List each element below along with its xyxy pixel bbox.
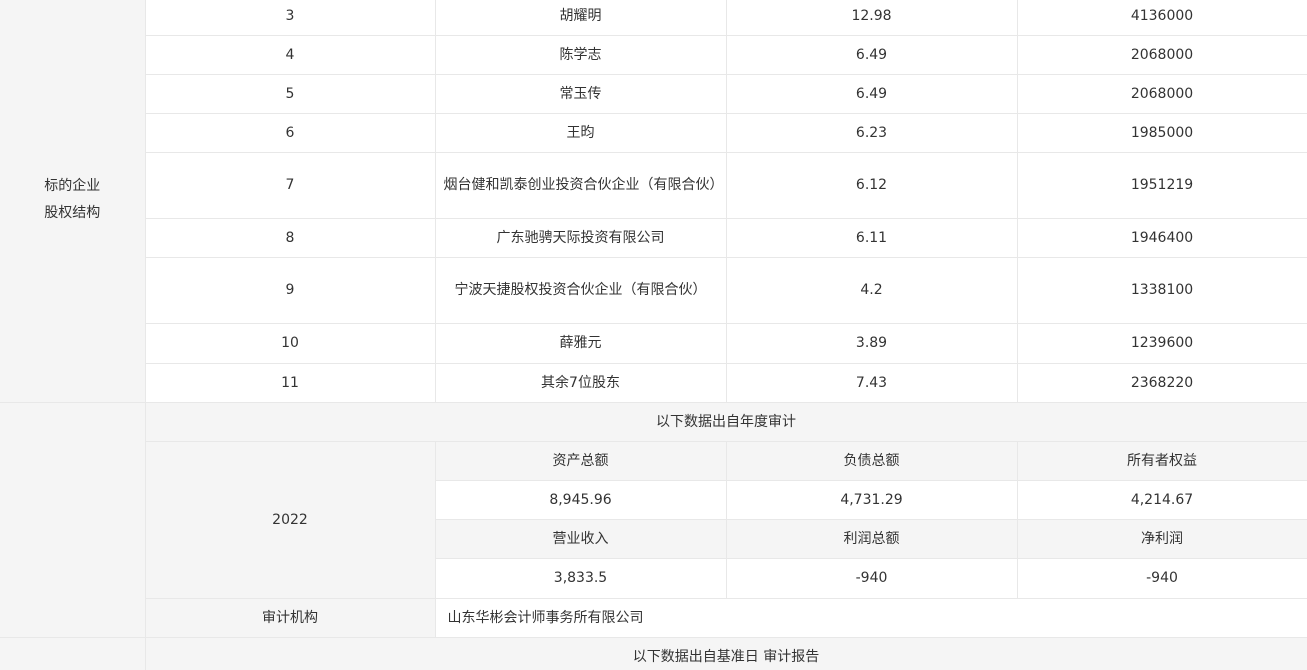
row-index: 4 xyxy=(144,35,436,75)
row-index: 9 xyxy=(144,257,436,324)
equity-structure-label: 标的企业 股权结构 xyxy=(0,0,146,403)
net-profit-header: 净利润 xyxy=(1016,519,1307,559)
row-index: 11 xyxy=(144,363,436,403)
owners-equity-value: 4,214.67 xyxy=(1016,480,1307,520)
share-ratio: 3.89 xyxy=(725,323,1018,364)
share-amount: 1239600 xyxy=(1016,323,1307,364)
total-assets-header: 资产总额 xyxy=(434,441,727,481)
share-amount: 4136000 xyxy=(1016,0,1307,36)
share-ratio: 12.98 xyxy=(725,0,1018,36)
table-row: 4 陈学志 6.49 2068000 xyxy=(0,35,1307,75)
auditor-row: 审计机构 山东华彬会计师事务所有限公司 xyxy=(0,598,1307,638)
shareholder-name: 薛雅元 xyxy=(434,323,727,364)
annual-audit-year xyxy=(0,402,146,638)
row-index: 6 xyxy=(144,113,436,153)
owners-equity-header: 所有者权益 xyxy=(1016,441,1307,481)
share-amount: 1951219 xyxy=(1016,152,1307,219)
share-ratio: 6.12 xyxy=(725,152,1018,219)
table-row: 9 宁波天捷股权投资合伙企业（有限合伙） 4.2 1338100 xyxy=(0,257,1307,324)
row-index: 8 xyxy=(144,218,436,258)
share-amount: 1338100 xyxy=(1016,257,1307,324)
share-amount: 2068000 xyxy=(1016,35,1307,75)
auditor-value: 山东华彬会计师事务所有限公司 xyxy=(434,598,1307,638)
financial-header-row: 2022 资产总额 负债总额 所有者权益 xyxy=(0,441,1307,599)
base-date-audit-heading: 以下数据出自基准日 审计报告 xyxy=(144,637,1307,670)
row-index: 5 xyxy=(144,74,436,114)
year-cell: 2022 xyxy=(144,441,436,599)
share-amount: 2068000 xyxy=(1016,74,1307,114)
share-ratio: 6.11 xyxy=(725,218,1018,258)
row-index: 7 xyxy=(144,152,436,219)
total-liabilities-header: 负债总额 xyxy=(725,441,1018,481)
total-profit-value: -940 xyxy=(725,558,1018,599)
shareholder-name: 王昀 xyxy=(434,113,727,153)
base-date-audit-heading-row: 以下数据出自基准日 审计报告 xyxy=(0,637,1307,670)
row-index: 3 xyxy=(144,0,436,36)
annual-audit-heading-row: 以下数据出自年度审计 xyxy=(0,402,1307,638)
shareholder-name: 烟台健和凯泰创业投资合伙企业（有限合伙） xyxy=(434,152,727,219)
shareholder-name: 胡耀明 xyxy=(434,0,727,36)
table-row: 7 烟台健和凯泰创业投资合伙企业（有限合伙） 6.12 1951219 xyxy=(0,152,1307,219)
table-row: 11 其余7位股东 7.43 2368220 xyxy=(0,363,1307,403)
table-row: 10 薛雅元 3.89 1239600 xyxy=(0,323,1307,364)
share-ratio: 6.49 xyxy=(725,35,1018,75)
equity-table-view: 标的企业 股权结构 3 胡耀明 12.98 4136000 4 陈学志 6.49… xyxy=(0,0,1307,670)
shareholder-name: 其余7位股东 xyxy=(434,363,727,403)
table-row: 6 王昀 6.23 1985000 xyxy=(0,113,1307,153)
share-ratio: 6.49 xyxy=(725,74,1018,114)
share-ratio: 6.23 xyxy=(725,113,1018,153)
total-assets-value: 8,945.96 xyxy=(434,480,727,520)
revenue-value: 3,833.5 xyxy=(434,558,727,599)
base-date-label-cell xyxy=(0,637,146,670)
total-liabilities-value: 4,731.29 xyxy=(725,480,1018,520)
auditor-label: 审计机构 xyxy=(144,598,436,638)
annual-audit-heading: 以下数据出自年度审计 xyxy=(144,402,1307,442)
table-row: 8 广东驰骋天际投资有限公司 6.11 1946400 xyxy=(0,218,1307,258)
revenue-header: 营业收入 xyxy=(434,519,727,559)
shareholder-name: 宁波天捷股权投资合伙企业（有限合伙） xyxy=(434,257,727,324)
shareholder-name: 陈学志 xyxy=(434,35,727,75)
share-ratio: 4.2 xyxy=(725,257,1018,324)
share-ratio: 7.43 xyxy=(725,363,1018,403)
table-row: 标的企业 股权结构 3 胡耀明 12.98 4136000 xyxy=(0,0,1307,403)
label-line-1: 标的企业 xyxy=(44,177,101,194)
total-profit-header: 利润总额 xyxy=(725,519,1018,559)
share-amount: 1946400 xyxy=(1016,218,1307,258)
label-line-2: 股权结构 xyxy=(44,204,101,221)
net-profit-value: -940 xyxy=(1016,558,1307,599)
table-row: 5 常玉传 6.49 2068000 xyxy=(0,74,1307,114)
share-amount: 1985000 xyxy=(1016,113,1307,153)
shareholder-name: 广东驰骋天际投资有限公司 xyxy=(434,218,727,258)
shareholder-name: 常玉传 xyxy=(434,74,727,114)
share-amount: 2368220 xyxy=(1016,363,1307,403)
enterprise-info-table: 标的企业 股权结构 3 胡耀明 12.98 4136000 4 陈学志 6.49… xyxy=(0,0,1307,670)
row-index: 10 xyxy=(144,323,436,364)
